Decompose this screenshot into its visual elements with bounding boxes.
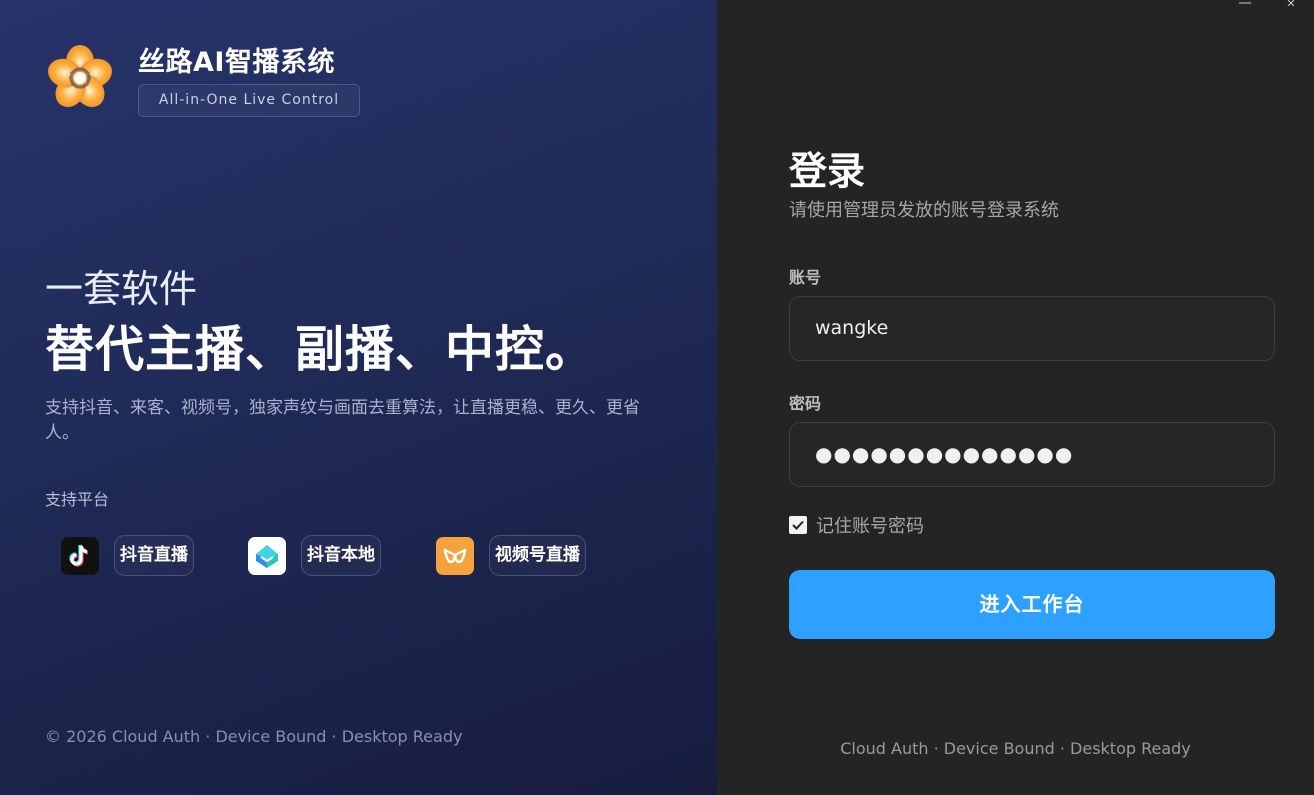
login-title: 登录 bbox=[789, 149, 866, 193]
douyin-icon bbox=[61, 536, 99, 575]
platform-douyin-live: 抖音直播 bbox=[61, 535, 194, 576]
window-controls bbox=[1222, 0, 1314, 8]
remember-checkbox[interactable] bbox=[789, 516, 807, 534]
brand-panel: 丝路AI智播系统 All-in-One Live Control 一套软件 替代… bbox=[0, 0, 717, 795]
login-panel: 登录 请使用管理员发放的账号登录系统 账号 wangke 密码 ●●●●●●●●… bbox=[717, 0, 1314, 795]
enter-workspace-button[interactable]: 进入工作台 bbox=[789, 570, 1275, 639]
platforms-title: 支持平台 bbox=[45, 490, 110, 509]
minimize-button[interactable] bbox=[1222, 0, 1268, 8]
platform-label: 抖音直播 bbox=[114, 535, 194, 576]
app-title: 丝路AI智播系统 bbox=[138, 47, 335, 78]
password-input[interactable]: ●●●●●●●●●●●●●● bbox=[789, 422, 1275, 487]
login-subtitle: 请使用管理员发放的账号登录系统 bbox=[789, 200, 1059, 221]
hero-description: 支持抖音、来客、视频号，独家声纹与画面去重算法，让直播更稳、更久、更省人。 bbox=[45, 398, 640, 443]
password-label: 密码 bbox=[789, 394, 822, 413]
hero-line-2: 替代主播、副播、中控。 bbox=[45, 321, 596, 378]
right-footer-text: Cloud Auth · Device Bound · Desktop Read… bbox=[840, 739, 1191, 758]
account-input[interactable]: wangke bbox=[789, 296, 1275, 361]
account-label: 账号 bbox=[789, 268, 822, 287]
close-button[interactable] bbox=[1268, 0, 1314, 8]
remember-label: 记住账号密码 bbox=[816, 516, 924, 537]
app-logo bbox=[43, 42, 117, 114]
platform-douyin-local: 抖音本地 bbox=[248, 535, 381, 576]
platform-label: 视频号直播 bbox=[489, 535, 586, 576]
app-tagline-badge: All-in-One Live Control bbox=[138, 84, 360, 117]
channels-icon bbox=[436, 536, 474, 575]
remember-me[interactable]: 记住账号密码 bbox=[789, 512, 924, 538]
platform-label: 抖音本地 bbox=[301, 535, 381, 576]
checkmark-icon bbox=[792, 520, 804, 530]
douyin-local-icon bbox=[248, 536, 286, 575]
copyright-text: © 2026 Cloud Auth · Device Bound · Deskt… bbox=[45, 727, 463, 746]
hero-line-1: 一套软件 bbox=[45, 267, 198, 311]
platform-channels-live: 视频号直播 bbox=[436, 535, 586, 576]
